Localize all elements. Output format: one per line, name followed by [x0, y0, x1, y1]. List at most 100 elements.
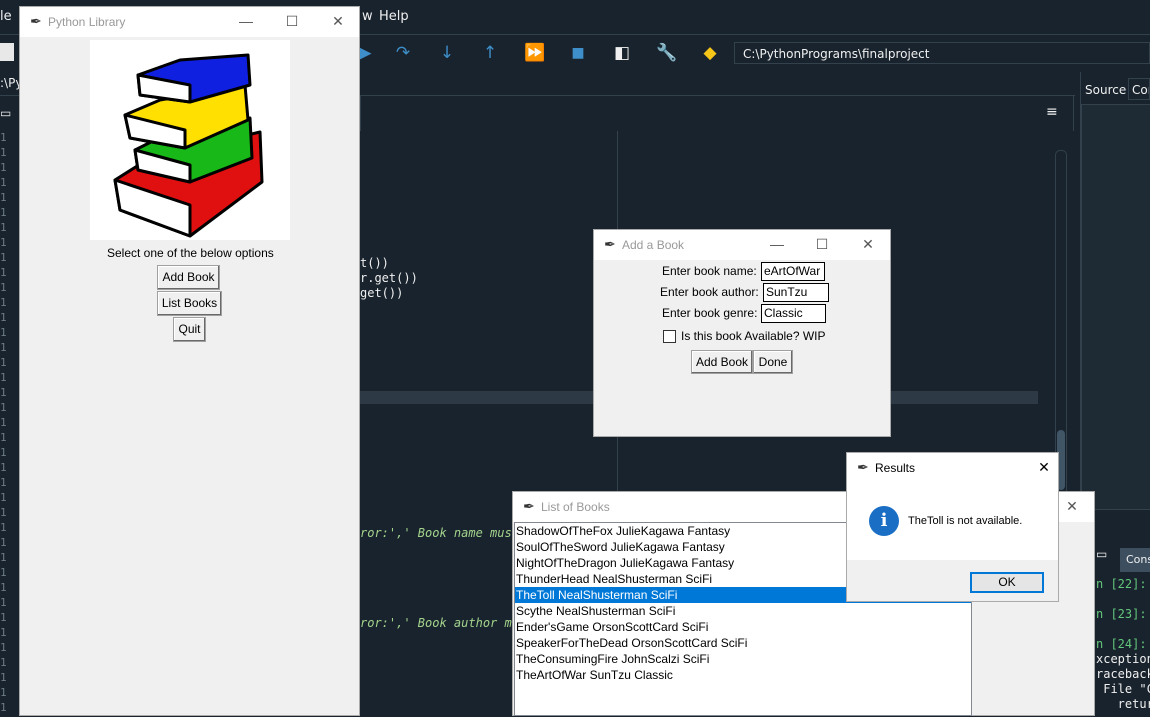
menu-help[interactable]: Help: [379, 9, 409, 24]
line-number: 1: [0, 371, 7, 384]
line-number: 1: [0, 551, 7, 564]
ok-button[interactable]: OK: [970, 572, 1044, 593]
menu-file[interactable]: le: [0, 9, 12, 24]
line-number: 1: [0, 491, 7, 504]
results-message: TheToll is not available.: [908, 515, 1023, 527]
line-numbers: 1 1 1 1 1 1 1 1 1 1 1 1 1 1 1 1 1 1 1 1 1 1 1 1 1 1 1 1 1 1 1 1 1 1 1 1 1 1 1: [0, 130, 18, 716]
close-icon[interactable]: ✕: [858, 236, 878, 253]
line-number: 1: [0, 686, 7, 699]
code-line-1: t()): [360, 256, 389, 270]
book-list-item[interactable]: Scythe NealShusterman SciFi: [515, 603, 971, 619]
console-line: retur: [1096, 697, 1150, 711]
console-tabs-icon[interactable]: ▭: [1096, 547, 1107, 561]
add-book-button[interactable]: Add Book: [157, 265, 220, 290]
book-author-label: Enter book author:: [660, 285, 759, 299]
line-number: 1: [0, 221, 7, 234]
books-illustration: [90, 40, 290, 240]
line-number: 1: [0, 596, 7, 609]
new-file-icon[interactable]: [0, 43, 14, 61]
tk-feather-icon: ✒: [30, 13, 42, 29]
line-number: 1: [0, 146, 7, 159]
results-title: Results: [875, 461, 916, 475]
add-book-window-title: Add a Book: [622, 238, 685, 252]
minimize-icon[interactable]: —: [236, 13, 256, 29]
line-number: 1: [0, 566, 7, 579]
done-button[interactable]: Done: [753, 350, 793, 374]
book-list-item[interactable]: Ender'sGame OrsonScottCard SciFi: [515, 619, 971, 635]
line-number: 1: [0, 476, 7, 489]
tk-feather-icon: ✒: [604, 236, 616, 252]
browse-tabs-icon[interactable]: ▭: [0, 106, 11, 120]
console-line: n [22]:: [1096, 577, 1147, 591]
minimize-icon[interactable]: —: [767, 236, 787, 252]
line-number: 1: [0, 461, 7, 474]
line-number: 1: [0, 311, 7, 324]
book-name-input[interactable]: eArtOfWar: [761, 262, 825, 281]
editor-header: [360, 95, 1074, 131]
line-number: 1: [0, 431, 7, 444]
line-number: 1: [0, 191, 7, 204]
line-number: 1: [0, 281, 7, 294]
tk-feather-icon: ✒: [857, 459, 869, 475]
line-number: 1: [0, 521, 7, 534]
console-line: File "C: [1096, 682, 1150, 696]
help-content: [1081, 104, 1150, 510]
book-list-item[interactable]: TheArtOfWar SunTzu Classic: [515, 667, 971, 683]
continue-icon[interactable]: ⏩: [524, 43, 545, 63]
stop-debug-icon[interactable]: ■: [568, 43, 588, 63]
line-number: 1: [0, 326, 7, 339]
console-line: n [23]:: [1096, 607, 1147, 621]
list-books-button[interactable]: List Books: [157, 291, 222, 316]
line-number: 1: [0, 656, 7, 669]
book-name-label: Enter book name:: [662, 264, 757, 278]
line-number: 1: [0, 536, 7, 549]
tk-feather-icon: ✒: [523, 498, 535, 514]
main-window-title: Python Library: [48, 15, 126, 29]
info-icon: i: [869, 506, 899, 536]
line-number: 1: [0, 266, 7, 279]
maximize-pane-icon[interactable]: ◧: [612, 43, 632, 63]
available-checkbox-label: Is this book Available? WIP: [681, 329, 826, 343]
book-list-item[interactable]: TheConsumingFire JohnScalzi SciFi: [515, 651, 971, 667]
line-number: 1: [0, 296, 7, 309]
close-icon[interactable]: ✕: [328, 13, 348, 30]
book-list-item[interactable]: SpeakerForTheDead OrsonScottCard SciFi: [515, 635, 971, 651]
add-book-titlebar[interactable]: ✒ Add a Book — ☐ ✕: [594, 230, 890, 260]
preferences-wrench-icon[interactable]: 🔧: [656, 43, 677, 63]
line-number: 1: [0, 236, 7, 249]
line-number: 1: [0, 416, 7, 429]
line-number: 1: [0, 386, 7, 399]
available-checkbox[interactable]: [663, 330, 676, 343]
step-over-icon[interactable]: ↷: [393, 43, 413, 63]
line-number: 1: [0, 701, 7, 714]
main-titlebar[interactable]: ✒ Python Library — ☐ ✕: [20, 7, 359, 37]
add-book-submit-button[interactable]: Add Book: [691, 350, 753, 374]
line-number: 1: [0, 176, 7, 189]
book-author-input[interactable]: SunTzu: [763, 283, 829, 302]
options-menu-icon[interactable]: ≡: [1046, 104, 1058, 120]
maximize-icon[interactable]: ☐: [282, 13, 302, 30]
console-tab[interactable]: Cons: [1120, 548, 1150, 572]
list-books-window-title: List of Books: [541, 500, 610, 514]
line-number: 1: [0, 581, 7, 594]
book-genre-input[interactable]: Classic: [761, 304, 826, 323]
options-prompt: Select one of the below options: [107, 246, 274, 260]
step-return-icon[interactable]: ↑: [480, 43, 500, 63]
maximize-icon[interactable]: ☐: [812, 236, 832, 253]
working-directory-input[interactable]: C:\PythonPrograms\finalproject: [734, 42, 1150, 64]
line-number: 1: [0, 446, 7, 459]
python-path-icon[interactable]: ◆: [700, 43, 720, 63]
step-into-icon[interactable]: ↓: [437, 43, 457, 63]
close-icon[interactable]: ✕: [1062, 498, 1082, 515]
book-genre-label: Enter book genre:: [662, 306, 758, 320]
source-combo[interactable]: Con: [1128, 78, 1150, 100]
line-number: 1: [0, 131, 7, 144]
error-string-line-2: ror:',' Book author mu: [360, 616, 519, 630]
menu-view[interactable]: w: [362, 9, 373, 24]
close-icon[interactable]: ✕: [1034, 459, 1054, 476]
line-number: 1: [0, 626, 7, 639]
line-number: 1: [0, 401, 7, 414]
quit-button[interactable]: Quit: [173, 317, 206, 342]
results-titlebar[interactable]: ✒ Results ✕: [847, 453, 1058, 481]
line-number: 1: [0, 671, 7, 684]
